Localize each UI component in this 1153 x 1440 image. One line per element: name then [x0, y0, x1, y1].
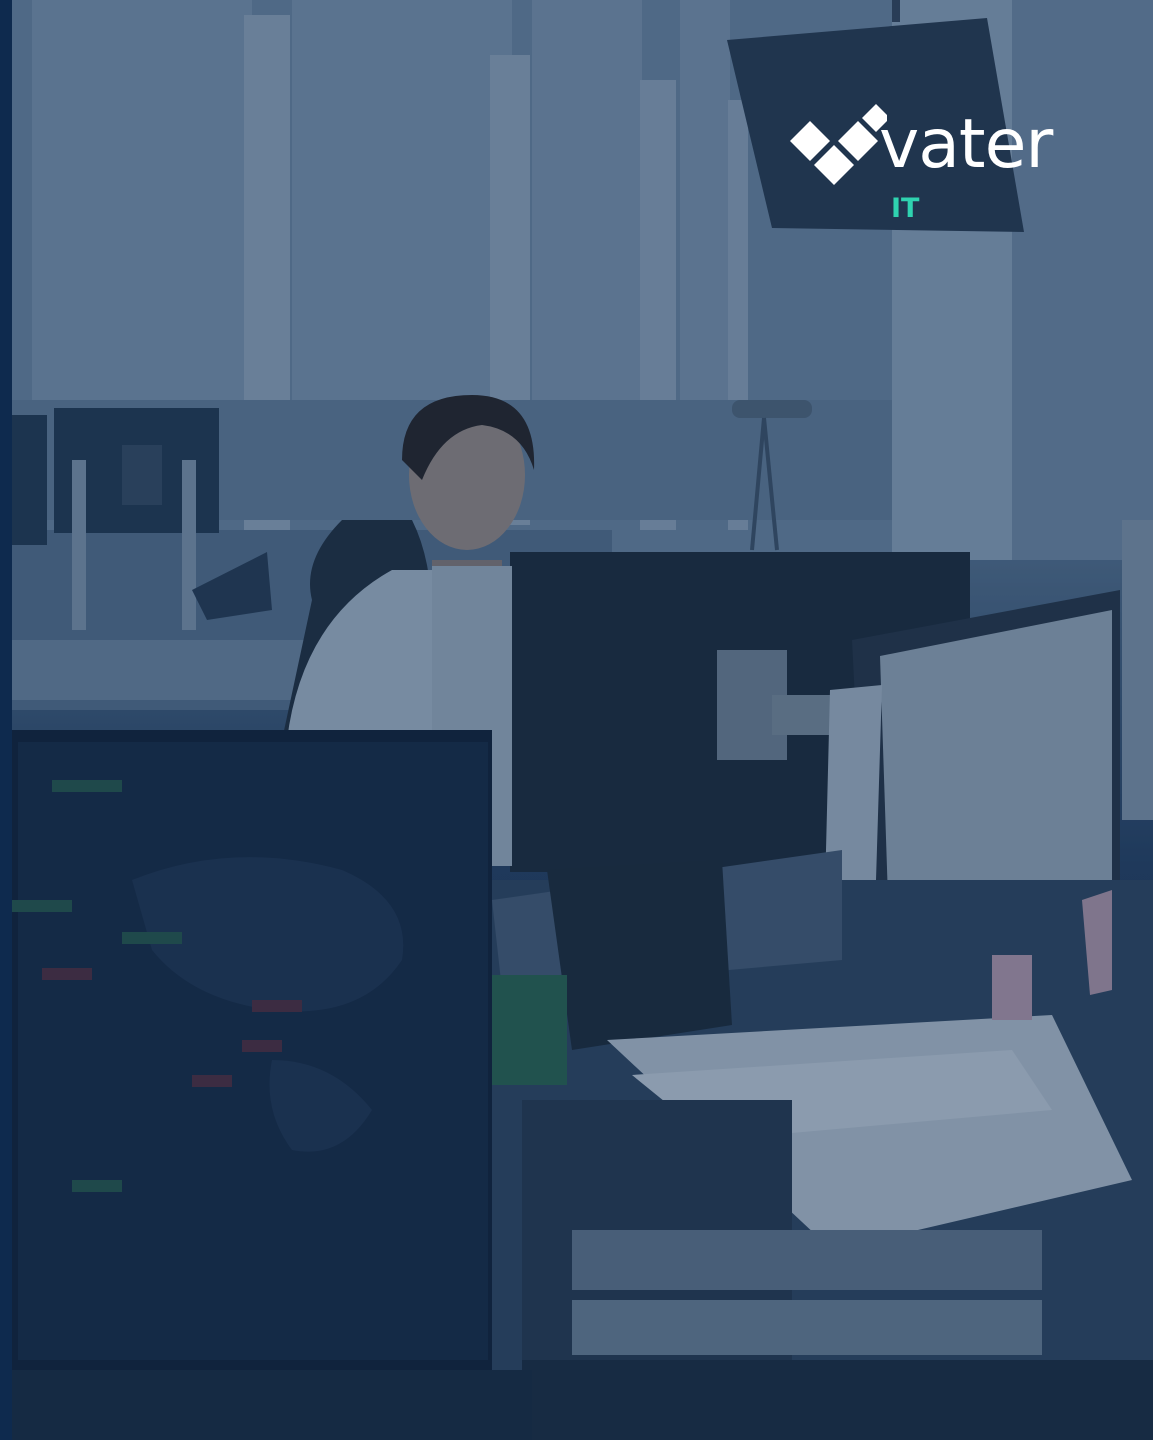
brand-logo: vater IT: [787, 98, 1087, 228]
diamond-tiles-logo-icon: [790, 104, 887, 185]
office-photo: vater IT: [12, 0, 1153, 1440]
left-accent-bar: [0, 0, 12, 1440]
brand-subtitle: IT: [891, 193, 920, 224]
brand-name: vater: [879, 105, 1053, 184]
